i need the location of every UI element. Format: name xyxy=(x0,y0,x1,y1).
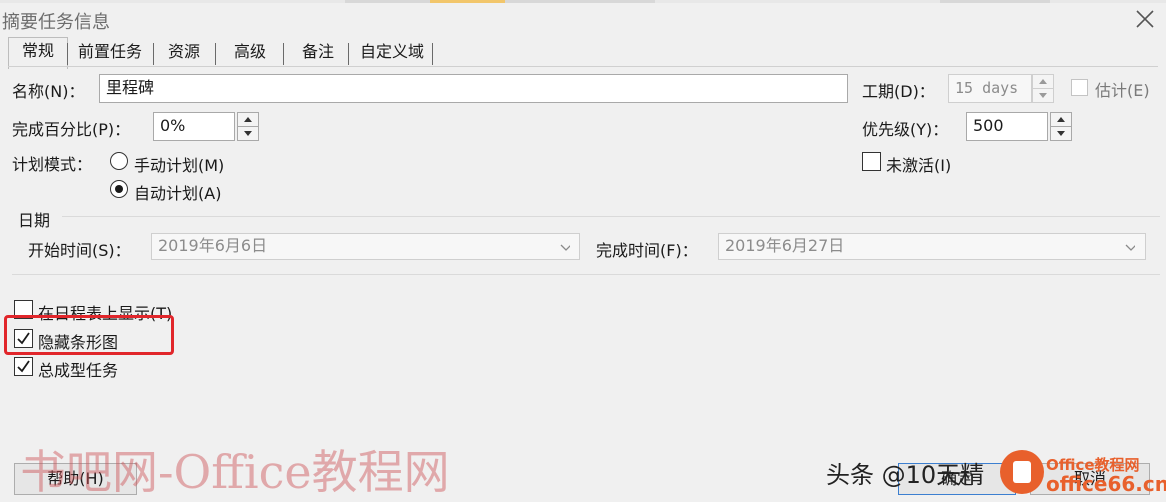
manual-schedule-radio[interactable] xyxy=(110,152,128,170)
priority-spinner[interactable] xyxy=(1050,112,1072,141)
start-date-value: 2019年6月6日 xyxy=(158,236,268,255)
percent-input[interactable]: 0% xyxy=(153,112,235,141)
tab-predecessors[interactable]: 前置任务 xyxy=(70,39,150,67)
inactive-label: 未激活(I) xyxy=(886,156,952,175)
duration-label: 工期(D)： xyxy=(862,82,935,101)
finish-date-value: 2019年6月27日 xyxy=(725,236,845,255)
highlight-box xyxy=(4,315,174,355)
close-icon xyxy=(1136,10,1154,28)
finish-date-dropdown[interactable]: 2019年6月27日 xyxy=(718,233,1146,260)
start-date-label: 开始时间(S)： xyxy=(28,241,131,260)
tab-custom-fields[interactable]: 自定义域 xyxy=(352,39,432,67)
summary-label: 总成型任务 xyxy=(38,361,119,380)
start-date-dropdown[interactable]: 2019年6月6日 xyxy=(151,233,580,260)
close-button[interactable] xyxy=(1132,6,1158,32)
summary-checkbox[interactable] xyxy=(14,357,33,376)
duration-spinner[interactable] xyxy=(1032,74,1054,103)
finish-date-label: 完成时间(F)： xyxy=(596,241,698,260)
name-input[interactable]: 里程碑 xyxy=(99,74,848,103)
tab-notes[interactable]: 备注 xyxy=(290,39,346,67)
chevron-down-icon xyxy=(560,244,570,251)
watermark-site: 书吧网-Office教程网 xyxy=(20,445,450,499)
estimate-label: 估计(E) xyxy=(1095,81,1150,100)
auto-schedule-label: 自动计划(A) xyxy=(134,184,222,203)
percent-label: 完成百分比(P)： xyxy=(12,120,131,139)
name-label: 名称(N)： xyxy=(12,82,85,101)
top-strip xyxy=(0,0,1166,3)
checkmark-icon xyxy=(17,360,30,373)
priority-input[interactable]: 500 xyxy=(966,112,1048,141)
inactive-checkbox[interactable] xyxy=(862,152,881,171)
schedule-mode-label: 计划模式： xyxy=(12,155,93,174)
manual-schedule-label: 手动计划(M) xyxy=(134,156,225,175)
estimate-checkbox[interactable] xyxy=(1071,79,1088,96)
auto-schedule-radio[interactable] xyxy=(110,180,128,198)
percent-spinner[interactable] xyxy=(237,112,259,141)
tab-advanced[interactable]: 高级 xyxy=(222,39,278,67)
window-title: 摘要任务信息 xyxy=(2,12,110,33)
tab-resources[interactable]: 资源 xyxy=(158,39,210,67)
watermark-brand-bottom: office66.cn xyxy=(1046,472,1166,496)
dates-section-title: 日期 xyxy=(18,211,51,230)
chevron-down-icon xyxy=(1125,244,1135,251)
duration-input[interactable]: 15 days xyxy=(948,74,1032,103)
priority-label: 优先级(Y)： xyxy=(862,120,949,139)
tab-general[interactable]: 常规 xyxy=(8,37,68,69)
office-logo-icon xyxy=(1000,450,1044,494)
watermark-author: 头条 @10天精 xyxy=(826,461,985,489)
